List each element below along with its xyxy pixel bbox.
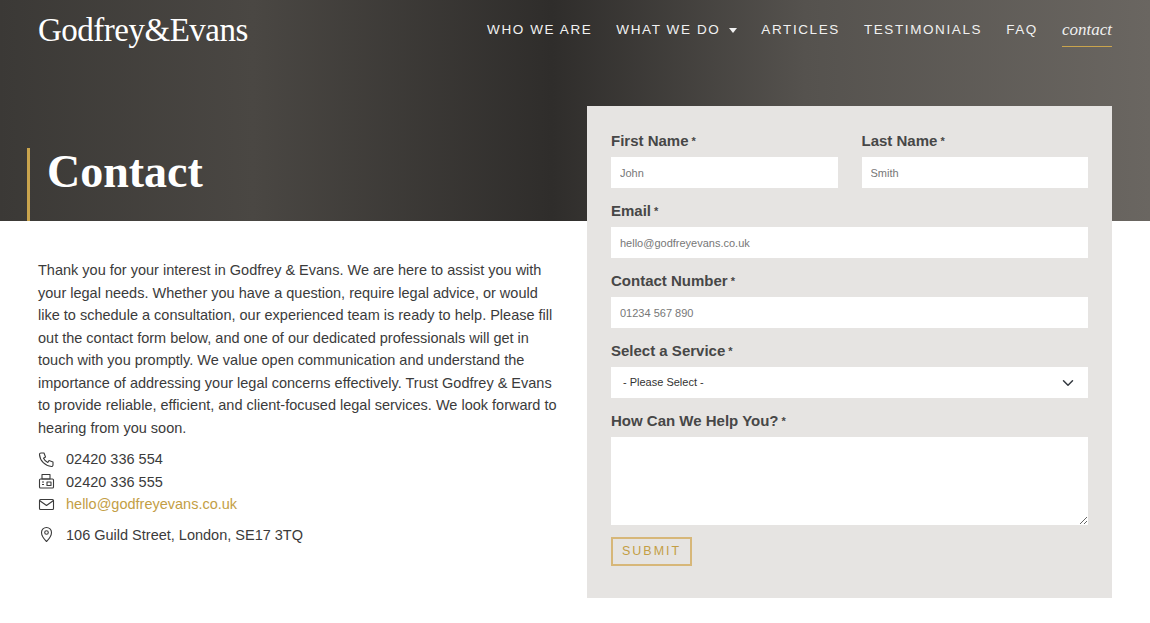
service-select[interactable]: - Please Select - [611, 367, 1088, 398]
submit-button[interactable]: SUBMIT [611, 537, 692, 566]
top-navigation: Godfrey&Evans WHO WE ARE WHAT WE DO ARTICLE… [0, 0, 1150, 60]
nav-link[interactable]: WHAT WE DO [616, 16, 737, 44]
nav-item: TESTIMONIALS [864, 16, 982, 44]
contact-form-panel: First Name*Last Name*Email*Contact Numbe… [587, 106, 1112, 598]
select-value: - Please Select - [623, 376, 704, 388]
field-label: First Name* [611, 131, 838, 151]
required-mark: * [782, 415, 786, 427]
nav-item: WHO WE ARE [487, 16, 592, 44]
label-text: Contact Number [611, 272, 728, 289]
label-text: How Can We Help You? [611, 412, 779, 429]
phone-icon [38, 451, 55, 468]
field-label: Contact Number* [611, 271, 1088, 291]
nav-item: FAQ [1006, 16, 1038, 44]
form-field: Email* [611, 201, 1088, 258]
nav-link[interactable]: TESTIMONIALS [864, 16, 982, 44]
form-field: First Name* [611, 131, 838, 188]
page-content: Thank you for your interest in Godfrey &… [0, 221, 1150, 598]
contact-row: 106 Guild Street, London, SE17 3TQ [38, 524, 560, 547]
field-label: Last Name* [862, 131, 1089, 151]
field-label: Email* [611, 201, 1088, 221]
nav-label: WHO WE ARE [487, 20, 592, 40]
text-input[interactable] [611, 157, 838, 188]
text-input[interactable] [611, 297, 1088, 328]
form-field: Select a Service* - Please Select - [611, 341, 1088, 398]
contact-text: 02420 336 555 [66, 471, 163, 494]
nav-label: WHAT WE DO [616, 20, 720, 40]
nav-item: ARTICLES [761, 16, 840, 44]
required-mark: * [728, 345, 732, 357]
nav-label: contact [1062, 17, 1112, 43]
dropdown-caret-icon [729, 28, 737, 33]
form-field: How Can We Help You?* [611, 411, 1088, 525]
nav-label: TESTIMONIALS [864, 20, 982, 40]
email-link[interactable]: hello@godfreyevans.co.uk [66, 493, 237, 516]
intro-paragraph: Thank you for your interest in Godfrey &… [38, 259, 560, 439]
contact-row: 02420 336 555 [38, 471, 560, 494]
envelope-icon [38, 496, 55, 513]
contact-text: 02420 336 554 [66, 448, 163, 471]
contact-text: 106 Guild Street, London, SE17 3TQ [66, 524, 303, 547]
field-label: How Can We Help You?* [611, 411, 1088, 431]
site-logo[interactable]: Godfrey&Evans [38, 14, 248, 47]
required-mark: * [940, 135, 944, 147]
field-label: Select a Service* [611, 341, 1088, 361]
nav-menu: WHO WE ARE WHAT WE DO ARTICLES TESTIMONIALS… [487, 13, 1112, 47]
form-field: Contact Number* [611, 271, 1088, 328]
nav-item: contact [1062, 13, 1112, 47]
text-input[interactable] [862, 157, 1089, 188]
map-pin-icon [38, 526, 55, 543]
form-field: Last Name* [862, 131, 1089, 188]
contact-info: Thank you for your interest in Godfrey &… [38, 221, 587, 598]
nav-link[interactable]: ARTICLES [761, 16, 840, 44]
nav-link[interactable]: FAQ [1006, 16, 1038, 44]
label-text: Email [611, 202, 651, 219]
nav-link[interactable]: WHO WE ARE [487, 16, 592, 44]
nav-label: ARTICLES [761, 20, 840, 40]
form-fields: First Name*Last Name*Email*Contact Numbe… [611, 131, 1088, 525]
nav-item: WHAT WE DO [616, 16, 737, 44]
text-input[interactable] [611, 227, 1088, 258]
required-mark: * [654, 205, 658, 217]
nav-label: FAQ [1006, 20, 1038, 40]
nav-link[interactable]: contact [1062, 13, 1112, 47]
message-textarea[interactable] [611, 437, 1088, 525]
label-text: Last Name [862, 132, 938, 149]
required-mark: * [731, 275, 735, 287]
contact-row: 02420 336 554 [38, 448, 560, 471]
contact-form: First Name*Last Name*Email*Contact Numbe… [611, 131, 1088, 566]
label-text: Select a Service [611, 342, 725, 359]
label-text: First Name [611, 132, 689, 149]
required-mark: * [692, 135, 696, 147]
contact-row: hello@godfreyevans.co.uk [38, 493, 560, 516]
fax-icon [38, 473, 55, 490]
